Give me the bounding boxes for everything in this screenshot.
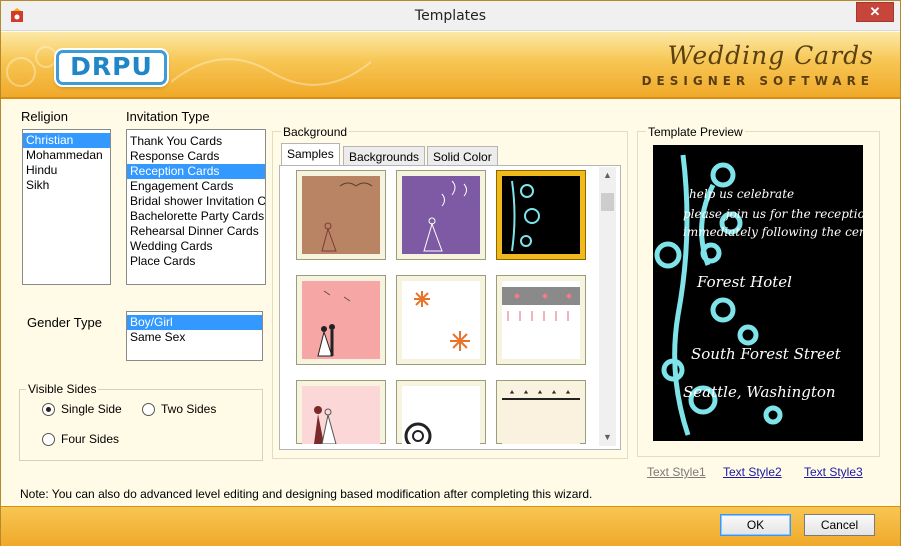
radio-label: Single Side (61, 402, 122, 416)
radio-icon (42, 432, 55, 446)
invitation-type-label: Invitation Type (126, 109, 210, 124)
sample-thumbnail[interactable] (396, 170, 486, 260)
radio-label: Four Sides (61, 432, 120, 446)
religion-item[interactable]: Mohammedan (23, 148, 110, 163)
template-preview-label: Template Preview (646, 125, 745, 139)
orange-flower-icon (414, 291, 470, 351)
invitation-item[interactable]: Bachelorette Party Cards (127, 209, 265, 224)
invitation-item[interactable]: Reception Cards (127, 164, 265, 179)
grey-banner-hearts-icon (502, 287, 580, 321)
footer-bar: OK Cancel (1, 506, 900, 546)
preview-line: Forest Hotel (697, 273, 792, 291)
brand-subtitle: DESIGNER SOFTWARE (641, 74, 874, 88)
bride-groom-icon (321, 182, 373, 252)
invitation-item[interactable]: Wedding Cards (127, 239, 265, 254)
sample-thumbnail[interactable] (296, 275, 386, 365)
sample-thumbnail-selected[interactable] (496, 170, 586, 260)
gender-item[interactable]: Same Sex (127, 330, 262, 345)
preview-line: Seattle, Washington (683, 383, 836, 401)
star-border-icon (502, 390, 580, 400)
religion-item[interactable]: Sikh (23, 178, 110, 193)
drpu-logo: DRPU (56, 50, 167, 85)
radio-icon (142, 402, 155, 416)
dancing-couple-icon (317, 290, 351, 357)
close-button[interactable]: ✕ (856, 2, 894, 22)
sample-thumbnail[interactable] (496, 275, 586, 365)
brand-title: Wedding Cards (667, 41, 874, 70)
invitation-item[interactable]: Place Cards (127, 254, 265, 269)
four-sides-radio[interactable]: Four Sides (42, 432, 119, 446)
religion-listbox[interactable]: Christian Mohammedan Hindu Sikh (22, 129, 111, 285)
sample-thumbnail[interactable] (396, 275, 486, 365)
title-bar: Templates ✕ (1, 1, 900, 31)
gender-item[interactable]: Boy/Girl (127, 315, 262, 330)
radio-selected-icon (42, 402, 55, 416)
ok-button[interactable]: OK (720, 514, 791, 536)
preview-line: South Forest Street (691, 345, 841, 363)
invitation-item[interactable]: Response Cards (127, 149, 265, 164)
couple-portrait-icon (314, 406, 337, 444)
window-title: Templates (414, 8, 487, 24)
text-style1-link[interactable]: Text Style1 (647, 465, 706, 479)
text-style3-link[interactable]: Text Style3 (804, 465, 863, 479)
text-style2-link[interactable]: Text Style2 (723, 465, 782, 479)
sample-thumbnail[interactable] (496, 380, 586, 444)
gender-type-listbox[interactable]: Boy/Girl Same Sex (126, 311, 263, 361)
invitation-type-listbox[interactable]: Thank You Cards Response Cards Reception… (126, 129, 266, 285)
templates-window: Templates ✕ DRPU Wedding Cards DESIGNER … (0, 0, 901, 546)
invitation-item[interactable]: Thank You Cards (127, 134, 265, 149)
gender-type-label: Gender Type (27, 315, 102, 330)
religion-item[interactable]: Christian (23, 133, 110, 148)
invitation-item[interactable]: Bridal shower Invitation C (127, 194, 265, 209)
preview-line: please join us for the reception (683, 207, 863, 221)
scroll-up-icon[interactable]: ▲ (599, 167, 616, 184)
header-banner: DRPU Wedding Cards DESIGNER SOFTWARE (1, 32, 900, 99)
visible-sides-label: Visible Sides (26, 382, 99, 396)
scrollbar-thumb[interactable] (601, 193, 614, 211)
religion-label: Religion (21, 109, 68, 124)
sample-thumbnail[interactable] (296, 380, 386, 444)
purple-couple-icon (423, 180, 467, 252)
tab-solid-color[interactable]: Solid Color (427, 146, 498, 166)
sample-thumbnail[interactable] (296, 170, 386, 260)
two-sides-radio[interactable]: Two Sides (142, 402, 216, 416)
preview-line: help us celebrate (689, 187, 795, 201)
wizard-note: Note: You can also do advanced level edi… (20, 487, 593, 501)
banner-swirl-icon (171, 58, 371, 86)
scroll-down-icon[interactable]: ▼ (599, 429, 616, 446)
invitation-item[interactable]: Rehearsal Dinner Cards (127, 224, 265, 239)
invitation-item[interactable]: Engagement Cards (127, 179, 265, 194)
radio-label: Two Sides (161, 402, 217, 416)
template-preview-canvas: help us celebrate please join us for the… (653, 145, 863, 441)
cancel-button[interactable]: Cancel (804, 514, 875, 536)
visible-sides-group: Visible Sides (19, 382, 263, 461)
religion-item[interactable]: Hindu (23, 163, 110, 178)
blue-flower-icon (511, 180, 540, 252)
tab-samples[interactable]: Samples (281, 143, 340, 166)
tab-backgrounds[interactable]: Backgrounds (343, 146, 426, 166)
sample-thumbnail[interactable] (396, 380, 486, 444)
preview-line: immediately following the ceremony (683, 225, 863, 239)
background-label: Background (281, 125, 350, 139)
black-rose-icon (404, 422, 432, 444)
samples-scrollbar[interactable]: ▲ ▼ (599, 167, 616, 446)
single-side-radio[interactable]: Single Side (42, 402, 122, 416)
